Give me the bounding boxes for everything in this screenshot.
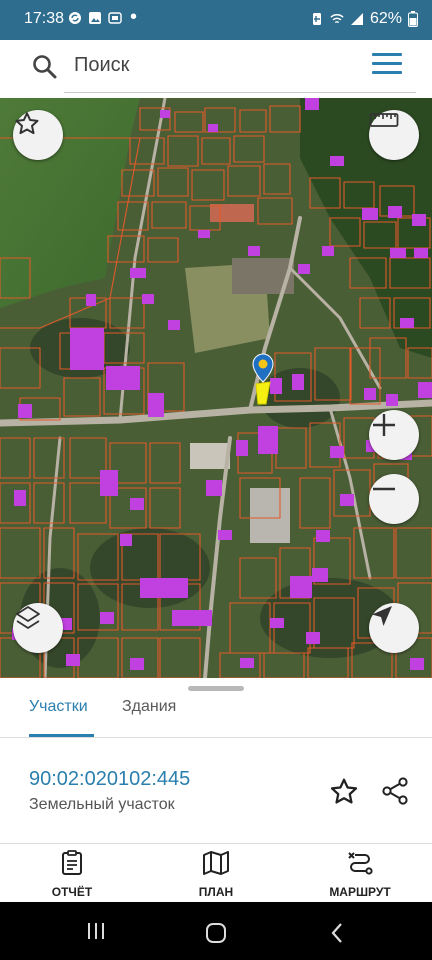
sheet-divider: [0, 843, 432, 844]
tab-indicator: [29, 734, 94, 737]
bookmark-star-icon[interactable]: [328, 776, 360, 808]
search-underline: [64, 92, 416, 93]
zoom-out-icon[interactable]: [369, 474, 419, 524]
sync-icon: [69, 12, 81, 24]
notification-icon: [108, 12, 122, 24]
parcel-type: Земельный участок: [29, 796, 175, 813]
route-icon: [348, 852, 373, 875]
favorite-star-icon[interactable]: [13, 110, 63, 160]
parcel-cadastral-number[interactable]: 90:02:020102:445: [29, 768, 190, 791]
battery-icon: [408, 11, 418, 27]
ruler-icon[interactable]: [369, 110, 419, 160]
battery-percent: 62%: [369, 10, 402, 27]
search-input[interactable]: Поиск: [74, 54, 129, 77]
route-label: МАРШРУТ: [329, 885, 391, 899]
map-icon: [203, 851, 229, 875]
home-icon[interactable]: [205, 922, 227, 944]
recent-apps-icon[interactable]: [86, 922, 106, 940]
battery-saver-icon: [312, 13, 321, 25]
tab-buildings[interactable]: Здания: [122, 698, 176, 716]
share-icon[interactable]: [380, 776, 410, 806]
my-location-icon[interactable]: [369, 603, 419, 653]
bottom-sheet: Участки Здания 90:02:020102:445 Земельны…: [0, 678, 432, 902]
satellite-map[interactable]: [0, 98, 432, 678]
plan-button[interactable]: ПЛАН: [156, 850, 276, 899]
search-bar[interactable]: Поиск: [0, 40, 432, 98]
system-nav-bar: [0, 902, 432, 960]
tab-parcels[interactable]: Участки: [29, 698, 88, 716]
red-roof-building: [210, 204, 254, 222]
plan-label: ПЛАН: [198, 885, 234, 899]
status-time: 17:38: [24, 10, 65, 27]
zoom-in-icon[interactable]: [369, 410, 419, 460]
menu-icon[interactable]: [372, 53, 402, 75]
route-button[interactable]: МАРШРУТ: [300, 850, 420, 899]
wifi-icon: [330, 14, 344, 24]
signal-icon: [350, 13, 363, 25]
large-building-roof: [250, 488, 290, 543]
report-button[interactable]: ОТЧЁТ: [12, 850, 132, 899]
image-icon: [89, 12, 101, 24]
layers-icon[interactable]: [13, 603, 63, 653]
report-icon: [62, 850, 82, 875]
report-label: ОТЧЁТ: [51, 885, 93, 899]
sheet-tabs: Участки Здания: [0, 678, 432, 738]
building-roof: [190, 443, 230, 469]
status-bar: 17:38 • 62%: [0, 0, 432, 40]
search-icon[interactable]: [32, 54, 58, 80]
back-icon[interactable]: [330, 922, 344, 944]
status-dot: •: [130, 6, 138, 28]
map-canvas[interactable]: [0, 98, 432, 678]
